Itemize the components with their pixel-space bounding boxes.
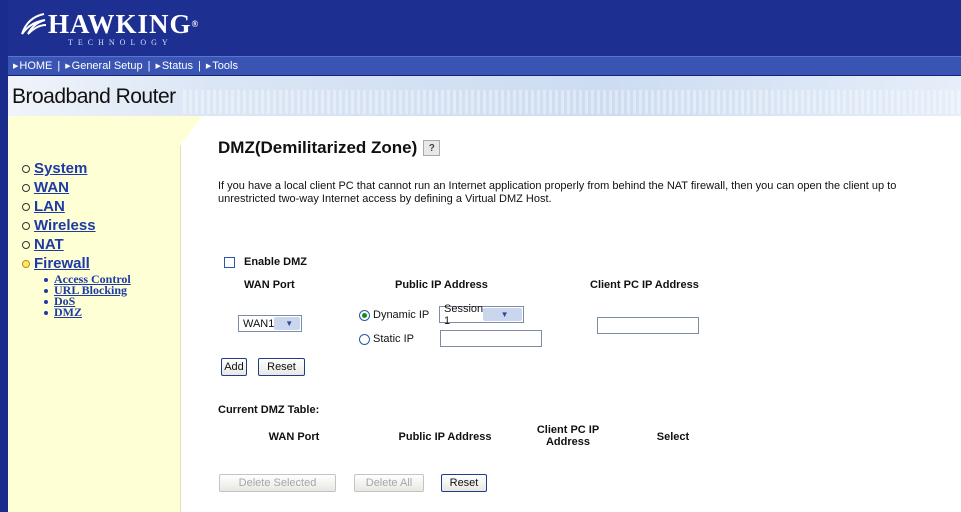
title-bar: Broadband Router	[8, 76, 961, 116]
static-ip-radio[interactable]	[359, 333, 370, 345]
sidebar-menu: System WAN LAN Wireless NAT Firewall Acc…	[22, 160, 131, 318]
top-nav: ▶HOME | ▶General Setup | ▶Status | ▶Tool…	[8, 56, 961, 76]
table-header-wan-port: WAN Port	[268, 431, 320, 443]
sidebar-item-label[interactable]: Firewall	[34, 255, 90, 272]
bullet-icon	[44, 299, 48, 304]
delete-selected-button[interactable]: Delete Selected	[219, 474, 336, 492]
add-button[interactable]: Add	[221, 358, 247, 376]
sidebar-item-label[interactable]: Wireless	[34, 217, 96, 234]
static-ip-label: Static IP	[373, 333, 414, 345]
dmz-table-title: Current DMZ Table:	[218, 404, 320, 416]
sidebar-item-lan[interactable]: LAN	[22, 198, 131, 215]
arrow-right-icon: ▶	[65, 63, 71, 70]
bullet-circle-icon	[22, 240, 30, 249]
client-ip-input[interactable]	[597, 317, 699, 334]
wan-port-select[interactable]: WAN1 ▼	[238, 315, 302, 332]
bullet-circle-icon	[22, 164, 30, 173]
page-title-text: DMZ(Demilitarized Zone)	[218, 138, 418, 157]
chevron-down-icon: ▼	[483, 308, 522, 321]
brand-tagline: TECHNOLOGY	[68, 38, 173, 47]
left-edge	[0, 0, 8, 512]
nav-general-setup[interactable]: ▶General Setup	[60, 60, 147, 72]
title-bar-pattern	[183, 90, 961, 114]
sidebar-fold	[180, 116, 202, 146]
submenu-item-dmz[interactable]: DMZ	[44, 306, 131, 318]
nav-home-label: HOME	[19, 60, 53, 72]
wan-port-header: WAN Port	[244, 279, 295, 291]
chevron-down-icon: ▼	[274, 317, 300, 330]
reset-button[interactable]: Reset	[258, 358, 305, 376]
nav-home[interactable]: ▶HOME	[8, 60, 57, 72]
public-ip-header: Public IP Address	[395, 279, 488, 291]
nav-general-setup-label: General Setup	[71, 60, 143, 72]
bullet-icon	[44, 310, 48, 315]
bullet-circle-icon	[22, 202, 30, 211]
dynamic-ip-radio[interactable]	[359, 309, 370, 321]
bullet-icon	[44, 288, 48, 293]
table-header-client-ip: Client PC IP Address	[536, 424, 600, 448]
help-icon[interactable]: ?	[423, 140, 441, 156]
sidebar-item-system[interactable]: System	[22, 160, 131, 177]
brand-name: HAWKING	[48, 9, 192, 39]
registered-mark: ®	[191, 19, 200, 29]
nav-tools-label: Tools	[212, 60, 238, 72]
sidebar-item-wan[interactable]: WAN	[22, 179, 131, 196]
dynamic-ip-row: Dynamic IP	[359, 309, 429, 321]
page-title: DMZ(Demilitarized Zone) ?	[218, 138, 948, 158]
enable-dmz-label: Enable DMZ	[244, 256, 307, 268]
dynamic-ip-label: Dynamic IP	[373, 309, 430, 321]
sidebar: System WAN LAN Wireless NAT Firewall Acc…	[8, 116, 181, 512]
hawk-swoosh-icon	[21, 13, 47, 35]
nav-tools[interactable]: ▶Tools	[201, 60, 243, 72]
page-header-title: Broadband Router	[12, 85, 176, 108]
sidebar-item-label[interactable]: System	[34, 160, 87, 177]
bullet-circle-active-icon	[22, 259, 30, 268]
client-ip-header: Client PC IP Address	[590, 279, 699, 291]
nav-status-label: Status	[161, 60, 194, 72]
bullet-circle-icon	[22, 221, 30, 230]
session-value: Session 1	[444, 302, 484, 327]
session-select[interactable]: Session 1 ▼	[439, 303, 524, 327]
nav-status[interactable]: ▶Status	[150, 60, 198, 72]
sidebar-item-nat[interactable]: NAT	[22, 236, 131, 253]
static-ip-input[interactable]	[440, 330, 542, 347]
page-description: If you have a local client PC that canno…	[218, 180, 897, 205]
sidebar-item-label[interactable]: NAT	[34, 236, 64, 253]
bullet-circle-icon	[22, 183, 30, 192]
sidebar-item-label[interactable]: WAN	[34, 179, 69, 196]
table-header-public-ip: Public IP Address	[398, 431, 492, 443]
table-header-select: Select	[656, 431, 690, 443]
enable-dmz-checkbox[interactable]	[224, 256, 235, 268]
sidebar-item-wireless[interactable]: Wireless	[22, 217, 131, 234]
static-ip-row: Static IP	[359, 333, 414, 345]
delete-all-button[interactable]: Delete All	[354, 474, 424, 492]
table-reset-button[interactable]: Reset	[441, 474, 487, 492]
submenu-item-label[interactable]: DMZ	[54, 306, 82, 318]
arrow-right-icon: ▶	[205, 63, 212, 70]
arrow-right-icon: ▶	[13, 63, 19, 70]
enable-dmz-row: Enable DMZ	[224, 256, 307, 268]
firewall-submenu: Access Control URL Blocking DoS DMZ	[44, 273, 131, 318]
wan-port-value: WAN1	[243, 317, 275, 330]
sidebar-item-label[interactable]: LAN	[34, 198, 65, 215]
banner: HAWKING® TECHNOLOGY	[8, 0, 961, 56]
main-content: DMZ(Demilitarized Zone) ? If you have a …	[218, 138, 948, 492]
bullet-icon	[44, 277, 48, 282]
brand-logo: HAWKING® TECHNOLOGY	[20, 10, 199, 47]
sidebar-item-firewall[interactable]: Firewall	[22, 255, 131, 272]
arrow-right-icon: ▶	[155, 63, 161, 70]
